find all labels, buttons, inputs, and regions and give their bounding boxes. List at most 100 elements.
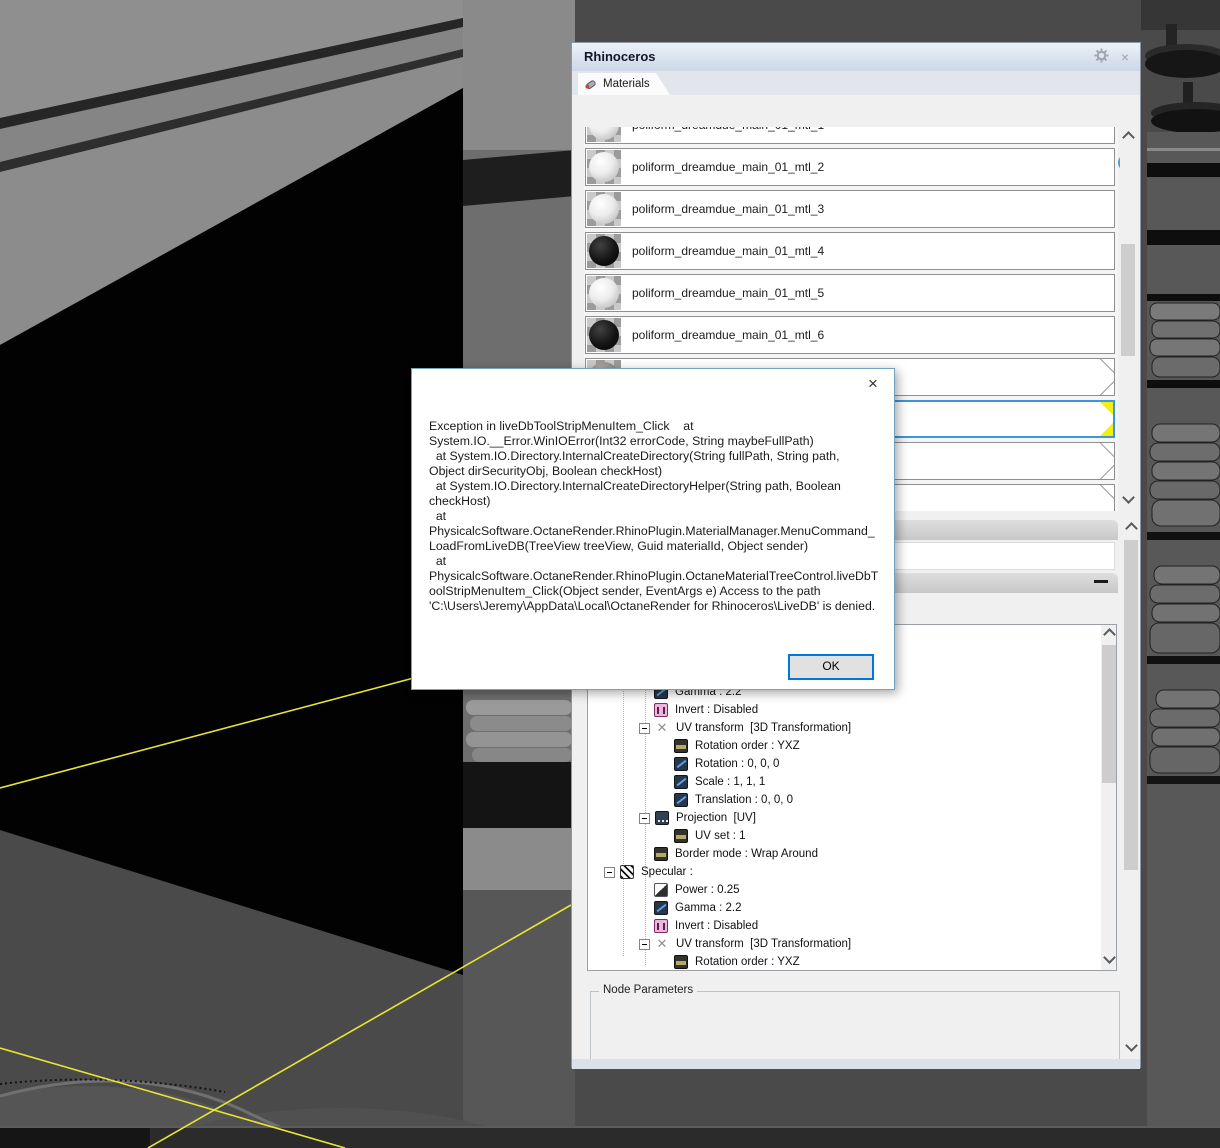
exception-line: at [429,509,447,523]
shelf-gap [1147,230,1220,245]
tree-item-label: Rotation order : YXZ [695,956,800,968]
material-row[interactable]: poliform_dreamdue_main_01_mtl_4 [585,232,1115,270]
curve-icon [674,793,688,807]
selected-corner-badge [1100,423,1113,436]
material-name: poliform_dreamdue_main_01_mtl_5 [632,286,825,300]
panel-bottom-strip [572,1059,1140,1069]
scroll-up-icon[interactable] [1122,131,1135,144]
collapse-expander-icon[interactable] [639,938,650,950]
uv-transform-icon: ✕ [656,720,668,735]
tree-item-label: Rotation order : YXZ [695,740,800,752]
bottom-band [0,1128,1220,1148]
wall-light-band [463,828,575,890]
tree-item[interactable]: Rotation order : YXZ [674,953,800,970]
node-parameters-label: Node Parameters [599,984,698,996]
scrollbar-thumb[interactable] [1124,540,1138,870]
tree-item[interactable]: UV set : 1 [674,827,746,845]
exception-dialog: × Exception in liveDbToolStripMenuItem_C… [411,368,895,690]
material-row[interactable]: poliform_dreamdue_main_01_mtl_3 [585,190,1115,228]
tree-item[interactable]: Invert : Disabled [654,917,758,935]
exception-line: LoadFromLiveDB(TreeView treeView, Guid m… [429,539,809,553]
scrollbar-thumb[interactable] [1102,645,1116,783]
material-thumbnail [587,234,621,268]
enum-icon [674,829,688,843]
towel-stack [1149,565,1220,654]
collapse-expander-icon[interactable] [639,722,650,734]
towel-stack [1149,689,1220,774]
material-row[interactable]: poliform_dreamdue_main_01_mtl_5 [585,274,1115,312]
tree-item[interactable]: Translation : 0, 0, 0 [674,791,793,809]
panel-titlebar[interactable]: Rhinoceros × [572,43,1140,72]
material-list-scrollbar[interactable] [1120,127,1136,511]
tree-item[interactable]: Rotation : 0, 0, 0 [674,755,779,773]
material-row[interactable]: poliform_dreamdue_main_01_mtl_1 [585,127,1115,144]
curve-icon [674,775,688,789]
towel-stack [1149,423,1220,527]
material-row[interactable]: poliform_dreamdue_main_01_mtl_6 [585,316,1115,354]
right-ceiling [1141,0,1220,30]
material-row[interactable]: poliform_dreamdue_main_01_mtl_2 [585,148,1115,186]
corner-mark [1098,443,1114,459]
tree-item[interactable]: Specular : [604,863,693,881]
shelf-gap [1147,656,1220,664]
panel-settings-button[interactable] [1092,48,1110,66]
tree-guide [623,691,624,956]
panel-toolbar: Grey Canyon Oak ? [572,95,1140,175]
scroll-down-icon[interactable] [1103,951,1116,964]
corner-mark [1098,463,1114,479]
tree-item[interactable]: Gamma : 2.2 [654,899,741,917]
node-parameters-group: Node Parameters [590,984,1120,1061]
exception-line: PhysicalcSoftware.OctaneRender.RhinoPlug… [429,524,875,538]
corner-mark [1098,379,1114,395]
scrollbar-thumb[interactable] [1121,244,1135,356]
panel-tabstrip: Materials [572,71,1140,96]
material-thumbnail [587,150,621,184]
bottom-band-dark [0,1128,150,1148]
materials-tab-icon [585,80,596,90]
collapse-expander-icon[interactable] [604,866,615,878]
tree-item-label: UV set : 1 [695,830,746,842]
tree-item[interactable]: Projection [UV] [639,809,756,827]
scroll-up-icon[interactable] [1125,522,1138,535]
scroll-down-icon[interactable] [1125,1039,1138,1052]
collapse-icon[interactable] [1094,580,1108,583]
tab-materials-label: Materials [603,78,650,90]
tree-item[interactable]: Rotation order : YXZ [674,737,800,755]
panel-close-button[interactable]: × [1116,48,1134,66]
ceiling-right [463,0,575,158]
tree-item[interactable]: Invert : Disabled [654,701,758,719]
scroll-up-icon[interactable] [1103,628,1116,641]
invert-icon [654,703,668,717]
tree-item[interactable]: Scale : 1, 1, 1 [674,773,765,791]
corner-mark [1098,485,1114,501]
gamma-curve-icon [654,901,668,915]
tree-item-label: Translation : 0, 0, 0 [695,794,794,806]
material-name: poliform_dreamdue_main_01_mtl_4 [632,244,825,258]
tree-item-label: Scale : 1, 1, 1 [695,776,766,788]
shelf-gap [1147,380,1220,388]
exception-message: Exception in liveDbToolStripMenuItem_Cli… [429,419,881,614]
dialog-close-button[interactable]: × [862,373,884,395]
exception-line: PhysicalcSoftware.OctaneRender.RhinoPlug… [429,569,879,583]
panel-scrollbar[interactable] [1123,518,1139,1059]
tree-item[interactable]: ✕ UV transform [3D Transformation] [639,935,851,953]
tree-item[interactable]: Border mode : Wrap Around [654,845,818,863]
collapse-expander-icon[interactable] [639,812,650,824]
exception-line: System.IO.__Error.WinIOError(Int32 error… [429,434,814,448]
tree-item[interactable]: ✕ UV transform [3D Transformation] [639,719,851,737]
tree-item[interactable]: Power : 0.25 [654,881,740,899]
tab-materials[interactable]: Materials [578,73,670,95]
exception-line: checkHost) [429,494,491,508]
shelf-gap [1147,294,1220,301]
material-name: poliform_dreamdue_main_01_mtl_2 [632,160,825,174]
tree-item-label: Invert : Disabled [675,704,759,716]
material-name: poliform_dreamdue_main_01_mtl_1 [632,127,824,132]
exception-line: 'C:\Users\Jeremy\AppData\Local\OctaneRen… [429,599,876,613]
towel-stack [1149,302,1220,378]
ok-button[interactable]: OK [788,654,874,680]
exception-line: oolStripMenuItem_Click(Object sender, Ev… [429,584,821,598]
scroll-down-icon[interactable] [1122,491,1135,504]
projection-icon [655,811,669,825]
tree-item-label: Border mode : Wrap Around [675,848,818,860]
tree-scrollbar[interactable] [1101,625,1116,970]
